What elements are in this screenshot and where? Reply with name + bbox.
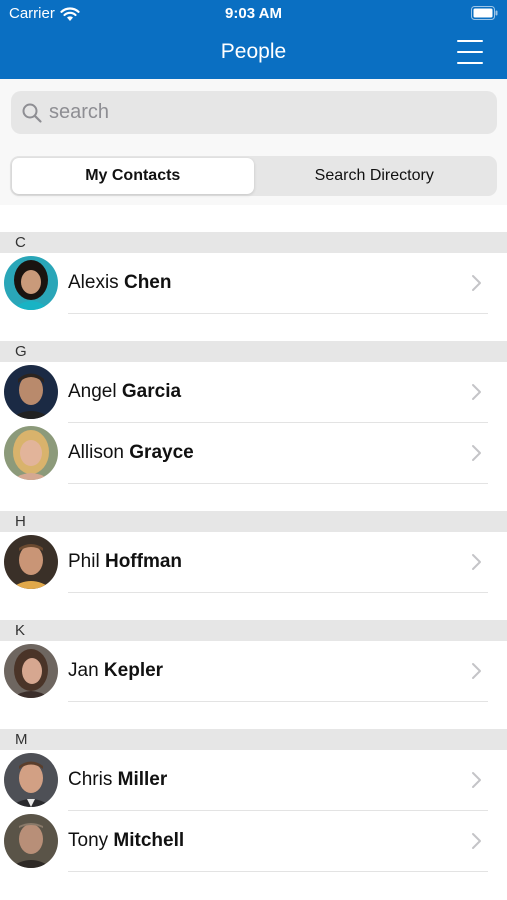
nav-header: Carrier 9:03 AM People: [0, 0, 507, 79]
section-header-k: K: [0, 620, 507, 641]
last-name: Chen: [123, 272, 172, 293]
search-area: My Contacts Search Directory: [0, 79, 507, 205]
contact-row[interactable]: Angel Garcia: [0, 362, 507, 423]
contact-name: Chris Miller: [68, 769, 167, 791]
tab-my-contacts[interactable]: My Contacts: [12, 158, 254, 194]
contact-name: Tony Mitchell: [68, 830, 184, 852]
contacts-list: C Alexis Chen G Angel Garcia Allison Gra…: [0, 205, 507, 872]
first-name: Alexis: [68, 272, 119, 293]
last-name: Hoffman: [104, 551, 183, 572]
contact-name: Angel Garcia: [68, 381, 181, 403]
row-separator: [68, 592, 488, 593]
contact-row[interactable]: Jan Kepler: [0, 641, 507, 702]
avatar: [4, 753, 58, 807]
row-separator: [68, 313, 488, 314]
last-name: Mitchell: [113, 830, 185, 851]
avatar: [4, 365, 58, 419]
battery-icon: [471, 6, 498, 20]
section-header-m: M: [0, 729, 507, 750]
row-separator: [68, 483, 488, 484]
contact-name: Jan Kepler: [68, 660, 163, 682]
first-name: Jan: [68, 660, 99, 681]
last-name: Kepler: [103, 660, 164, 681]
first-name: Phil: [68, 551, 100, 572]
chevron-right-icon: [472, 833, 481, 849]
contact-row[interactable]: Allison Grayce: [0, 423, 507, 484]
segmented-control: My Contacts Search Directory: [10, 156, 497, 196]
page-title: People: [220, 40, 287, 63]
contact-row[interactable]: Tony Mitchell: [0, 811, 507, 872]
chevron-right-icon: [472, 445, 481, 461]
chevron-right-icon: [472, 663, 481, 679]
first-name: Tony: [68, 830, 109, 851]
contact-row[interactable]: Alexis Chen: [0, 253, 507, 314]
avatar: [4, 256, 58, 310]
status-time: 9:03 AM: [225, 5, 282, 22]
chevron-right-icon: [472, 275, 481, 291]
section-header-h: H: [0, 511, 507, 532]
search-bar[interactable]: [11, 91, 497, 134]
chevron-right-icon: [472, 772, 481, 788]
avatar: [4, 426, 58, 480]
contact-row[interactable]: Phil Hoffman: [0, 532, 507, 593]
hamburger-menu-icon[interactable]: [457, 40, 483, 64]
last-name: Garcia: [121, 381, 182, 402]
first-name: Angel: [68, 381, 117, 402]
contact-name: Phil Hoffman: [68, 551, 182, 573]
search-icon: [22, 103, 42, 123]
tab-search-directory[interactable]: Search Directory: [254, 158, 496, 194]
avatar: [4, 535, 58, 589]
chevron-right-icon: [472, 554, 481, 570]
row-separator: [68, 701, 488, 702]
chevron-right-icon: [472, 384, 481, 400]
last-name: Grayce: [129, 442, 194, 463]
first-name: Allison: [68, 442, 124, 463]
status-bar: Carrier 9:03 AM: [0, 0, 507, 28]
section-header-c: C: [0, 232, 507, 253]
avatar: [4, 814, 58, 868]
contact-name: Allison Grayce: [68, 442, 194, 464]
list-top-spacer: [0, 205, 507, 232]
section-header-g: G: [0, 341, 507, 362]
first-name: Chris: [68, 769, 113, 790]
avatar: [4, 644, 58, 698]
contact-row[interactable]: Chris Miller: [0, 750, 507, 811]
last-name: Miller: [117, 769, 168, 790]
search-input[interactable]: [49, 101, 469, 124]
row-separator: [68, 871, 488, 872]
contact-name: Alexis Chen: [68, 272, 171, 294]
